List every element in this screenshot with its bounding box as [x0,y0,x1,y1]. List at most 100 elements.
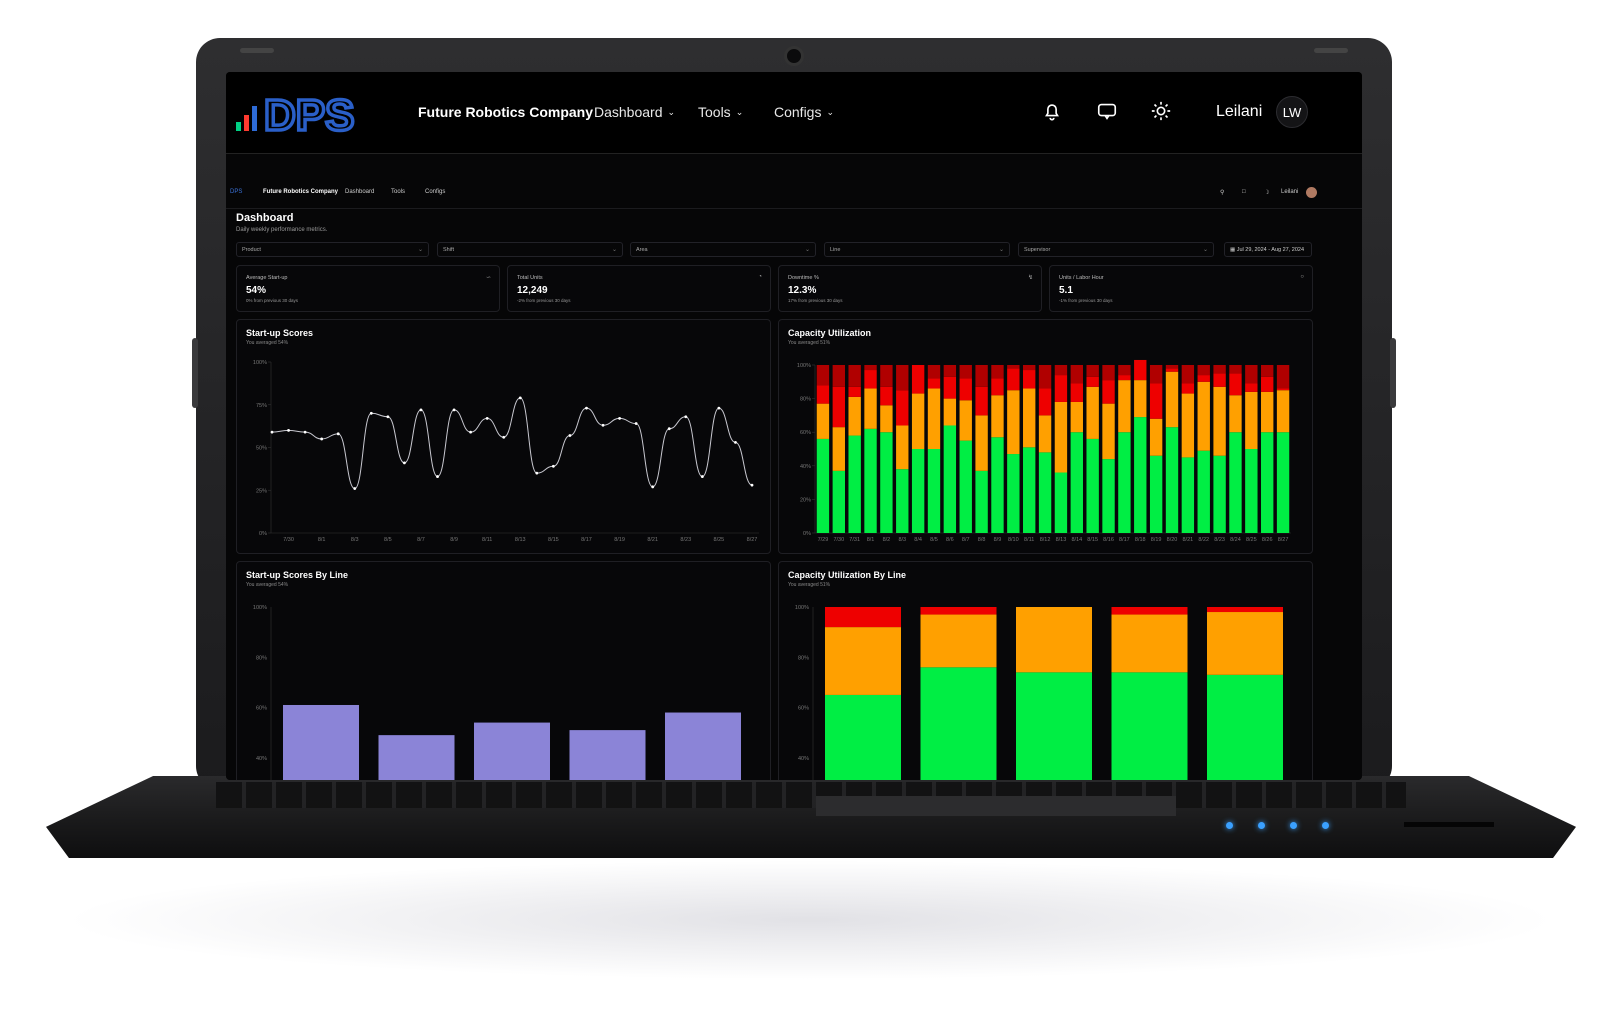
filter-shift[interactable]: Shift ⌄ [437,242,623,257]
inner-nav-dashboard[interactable]: Dashboard [345,189,374,195]
laptop-base [46,776,1576,858]
data-point [551,464,555,468]
date-range-label: Jul 29, 2024 - Aug 27, 2024 [1236,247,1305,253]
kpi-label: Units / Labor Hour [1059,275,1104,281]
y-tick-label: 100% [253,605,267,611]
bar-segment [880,386,893,406]
logo-bar [244,115,249,131]
bar-segment [1038,388,1052,416]
bell-icon[interactable] [1041,100,1063,122]
chat-icon[interactable] [1096,100,1118,122]
data-point [386,415,390,419]
x-tick-label: 8/11 [1024,537,1034,543]
dashboard-page: DPS Future Robotics Company Dashboard To… [226,154,1362,780]
nav-menu-configs[interactable]: Configs ⌄ [774,104,834,120]
avatar[interactable] [1306,187,1317,198]
data-point [585,406,588,410]
bar-segment [864,388,877,429]
bar-segment [1261,391,1274,433]
kpi-card-average-startup[interactable]: Average Start-up 54% 0% from previous 30… [236,265,500,312]
filter-label: Line [830,247,841,253]
bar-segment [1038,365,1052,389]
capacity-utilization-by-line-card: Capacity Utilization By Line You average… [778,561,1313,780]
bell-icon[interactable]: ⚲ [1220,189,1224,196]
x-tick-label: 8/4 [914,537,922,543]
bar-segment [1229,365,1242,374]
startup-scores-by-line-card: Start-up Scores By Line You averaged 54%… [236,561,771,780]
user-name[interactable]: Leilani [1216,103,1262,121]
data-point [700,475,704,478]
sun-icon[interactable] [1150,100,1172,122]
kpi-change: 17% from previous 30 days [788,298,843,303]
filter-supervisor[interactable]: Supervisor ⌄ [1018,242,1214,257]
nav-menu-tools[interactable]: Tools ⌄ [698,104,743,120]
bar-segment [1111,672,1188,780]
dps-logo[interactable]: DPS [234,92,384,134]
kpi-card-total-units[interactable]: Total Units 12,249 -2% from previous 30 … [507,265,771,312]
data-point [336,432,340,436]
avatar[interactable]: LW [1276,96,1308,128]
filter-line[interactable]: Line ⌄ [824,242,1010,257]
data-point [634,422,638,425]
chevron-down-icon: ⌄ [417,247,423,253]
calendar-icon: ▦ [1230,247,1236,253]
chat-icon[interactable]: □ [1242,189,1246,195]
filter-label: Shift [443,247,455,253]
y-tick-label: 60% [800,430,811,436]
bar-segment [825,607,901,628]
x-tick-label: 8/6 [946,537,954,543]
bar-segment [1207,674,1283,780]
bar-segment [1149,365,1163,384]
bar-segment [848,435,861,533]
data-point [303,430,307,434]
x-tick-label: 8/27 [1278,537,1289,543]
inner-nav-configs[interactable]: Configs [425,189,445,195]
page-subtitle: Daily weekly performance metrics. [236,227,328,233]
lid-notch-left [240,48,274,53]
bar-segment [959,365,972,379]
bar-segment [825,627,901,695]
bar-segment [1016,672,1092,780]
laptop-shadow [60,860,1560,980]
filter-product[interactable]: Product ⌄ [236,242,429,257]
data-point [651,485,655,489]
chevron-down-icon: ⌄ [998,247,1004,253]
y-tick-label: 50% [256,446,267,452]
y-tick-label: 80% [800,397,811,403]
bar-segment [991,395,1004,438]
bar-segment [1118,380,1131,433]
kpi-change: 0% from previous 30 days [246,298,299,303]
bar-segment [920,667,997,780]
y-tick-label: 75% [256,403,267,409]
bar-segment [1070,432,1083,533]
bar-segment [816,365,830,386]
divider [226,208,1362,209]
bar-segment [1102,365,1115,381]
x-tick-label: 8/19 [614,537,625,543]
bar-segment [1229,373,1242,396]
x-tick-label: 8/21 [1183,537,1194,543]
nav-menu-dashboard[interactable]: Dashboard ⌄ [594,104,675,120]
inner-nav-tools[interactable]: Tools [391,189,405,195]
date-range-picker[interactable]: ▦ Jul 29, 2024 - Aug 27, 2024 [1224,242,1312,257]
bar-segment [1134,417,1147,533]
bar-segment [975,365,988,387]
y-tick-label: 60% [798,706,809,712]
moon-icon[interactable]: ☽ [1264,189,1269,196]
kpi-card-units-per-labor-hour[interactable]: Units / Labor Hour 5.1 -1% from previous… [1049,265,1313,312]
inner-user-name[interactable]: Leilani [1281,189,1298,195]
kpi-card-downtime[interactable]: Downtime % 12.3% 17% from previous 30 da… [778,265,1042,312]
inner-navbar: DPS Future Robotics Company Dashboard To… [226,184,1362,204]
x-tick-label: 8/9 [994,537,1002,543]
bar-segment [1213,455,1226,533]
data-point [667,427,671,431]
filter-area[interactable]: Area ⌄ [630,242,816,257]
x-tick-label: 8/15 [1087,537,1098,543]
bar [283,704,359,780]
bar-segment [991,378,1004,396]
inner-logo[interactable]: DPS [230,189,242,195]
bar [569,730,646,780]
x-tick-label: 8/20 [1167,537,1178,543]
bar-segment [848,386,861,397]
status-led [1258,822,1265,829]
